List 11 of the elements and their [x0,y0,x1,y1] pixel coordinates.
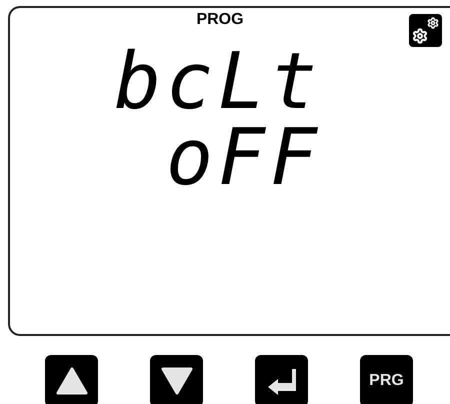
down-button[interactable] [150,355,203,404]
segment-readout: oFF [166,120,322,196]
up-button[interactable] [45,355,98,404]
gears-icon [409,14,442,47]
enter-arrow-icon [266,367,298,395]
up-triangle-icon [56,367,88,395]
mode-label: PROG [196,12,244,28]
enter-button[interactable] [255,355,308,404]
segment-readout: bcLt [114,44,322,120]
prg-button[interactable]: PRG [360,355,413,404]
down-triangle-icon [160,367,192,395]
